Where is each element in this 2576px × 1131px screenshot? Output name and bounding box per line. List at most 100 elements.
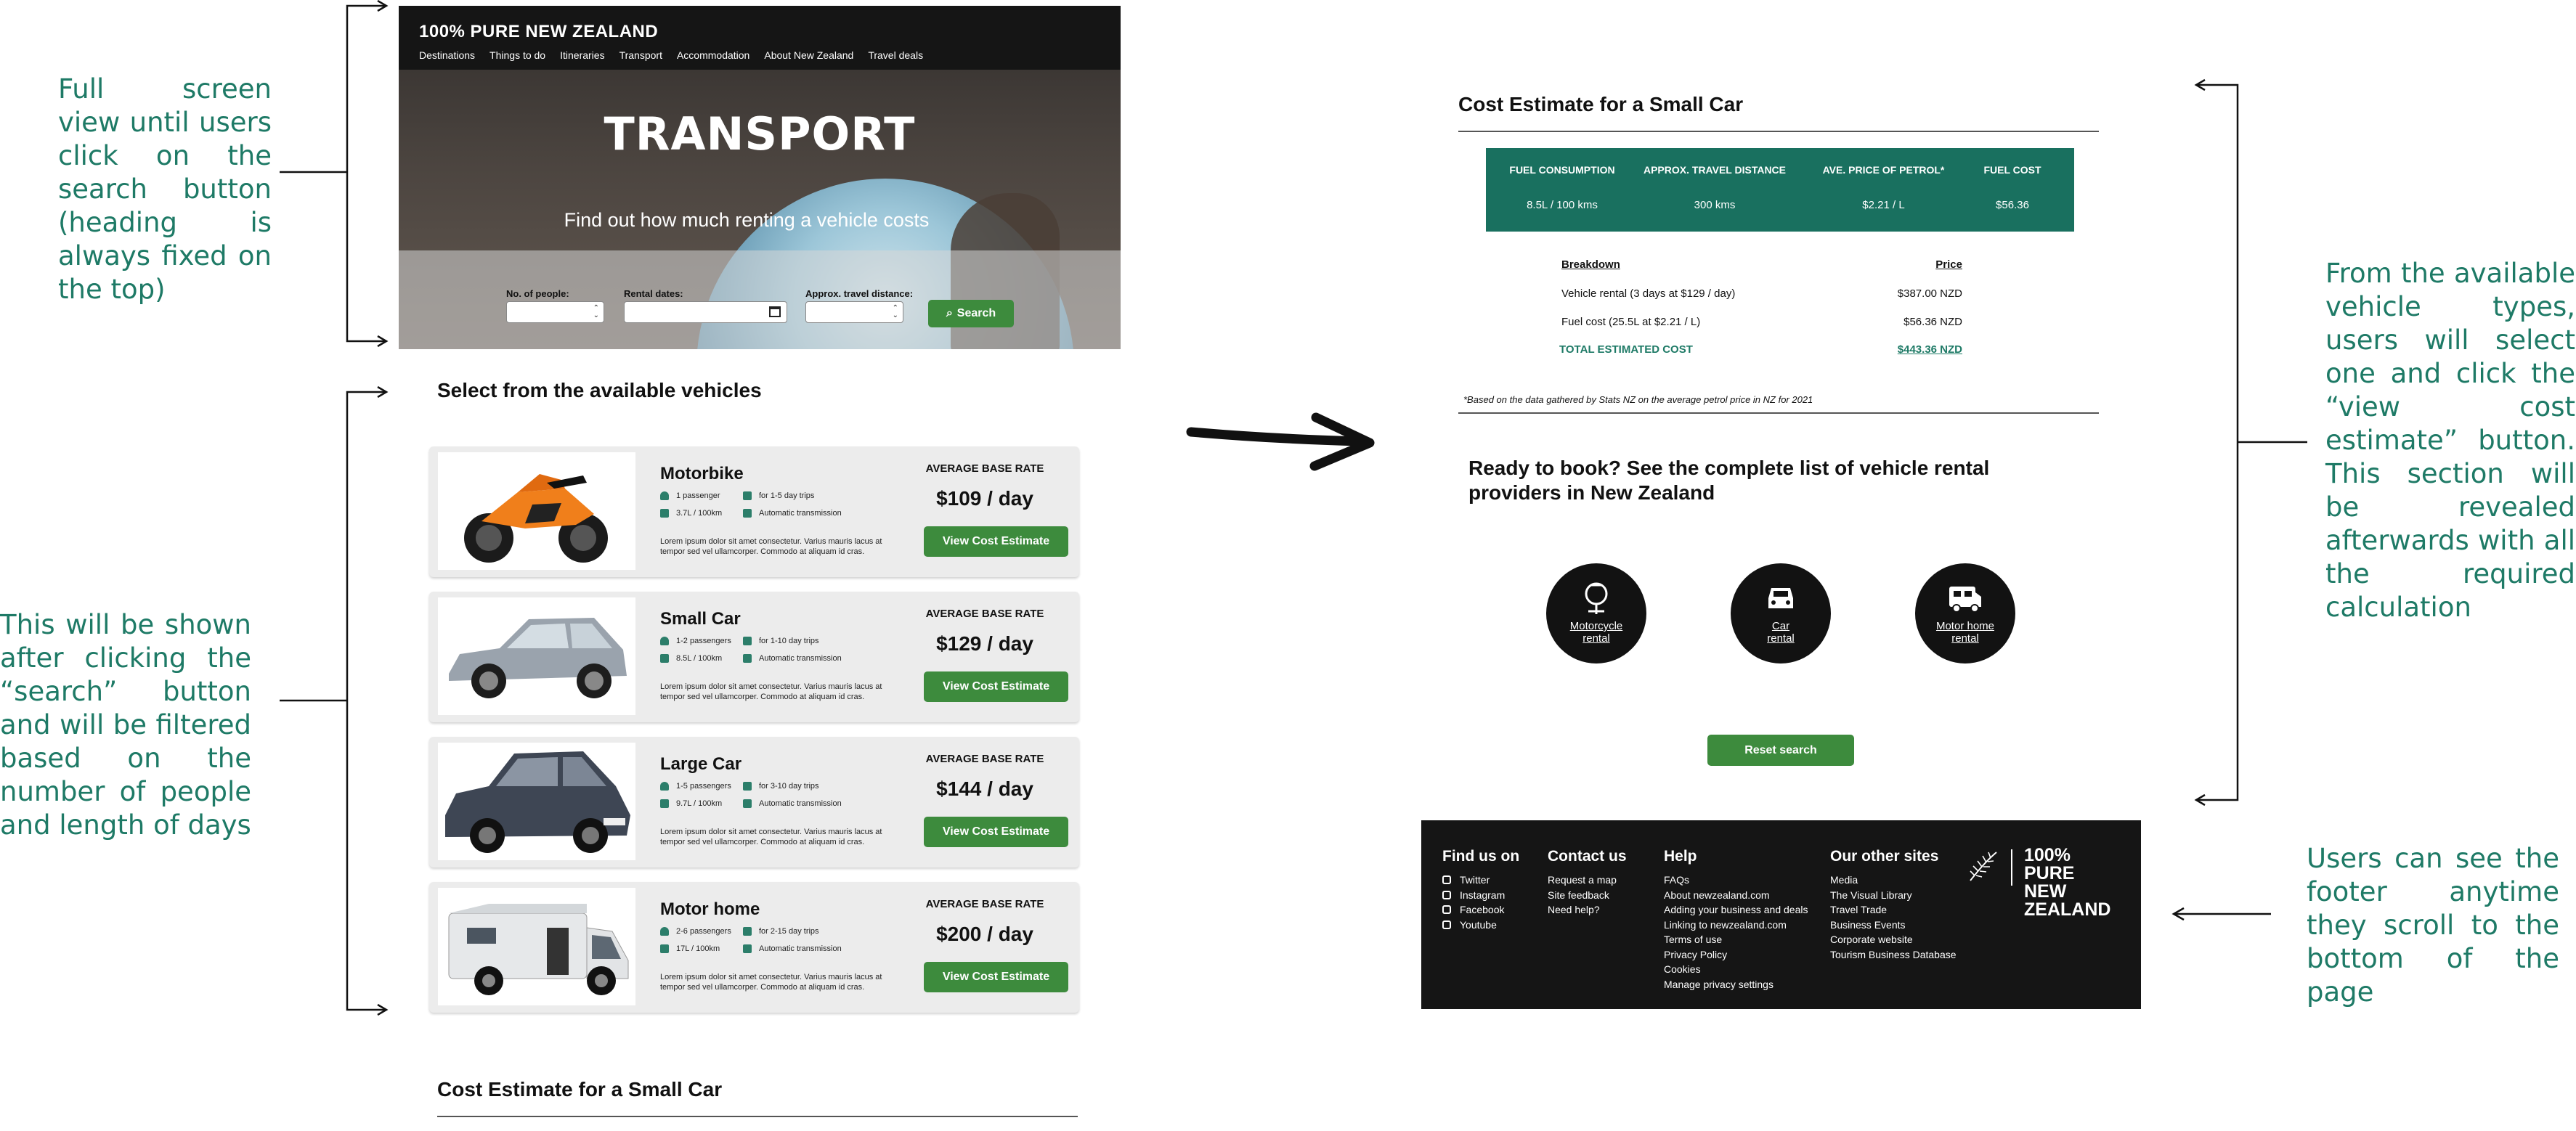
view-cost-estimate-button[interactable]: View Cost Estimate xyxy=(924,817,1068,847)
vehicle-price: $200 / day xyxy=(936,923,1033,945)
vehicle-price: $109 / day xyxy=(936,487,1033,510)
brand-logo[interactable]: 100% PURE NEW ZEALAND xyxy=(419,22,658,42)
rental-item: Vehicle rental (3 days at $129 / day) xyxy=(1561,287,1736,300)
footer-link[interactable]: Adding your business and deals xyxy=(1664,902,1808,918)
footer-contact-title: Contact us xyxy=(1548,848,1627,865)
footer-facebook-link[interactable]: Facebook xyxy=(1442,902,1505,918)
total-label: TOTAL ESTIMATED COST xyxy=(1559,343,1693,356)
footer-instagram-link[interactable]: Instagram xyxy=(1442,888,1505,903)
footer-help-title: Help xyxy=(1664,848,1697,865)
vehicle-card: Small Car 1-2 passengers for 1-10 day tr… xyxy=(429,592,1079,722)
trip-spec: for 3-10 day trips xyxy=(743,782,819,791)
passenger-spec: 1-2 passengers xyxy=(660,637,731,645)
trip-spec: for 1-5 day trips xyxy=(743,491,814,500)
calendar-icon xyxy=(743,491,752,500)
motor-home-rental-link[interactable]: Motor home rental xyxy=(1915,563,2015,664)
footer-link[interactable]: Travel Trade xyxy=(1830,902,1957,918)
transmission-spec: Automatic transmission xyxy=(743,654,842,663)
vehicle-description: Lorem ipsum dolor sit amet consectetur. … xyxy=(660,537,882,556)
footer-link[interactable]: Manage privacy settings xyxy=(1664,977,1808,992)
vehicle-price: $129 / day xyxy=(936,632,1033,655)
motorhome-icon xyxy=(1949,587,1981,613)
nav-accommodation[interactable]: Accommodation xyxy=(677,49,749,61)
footer-link[interactable]: FAQs xyxy=(1664,873,1808,888)
vehicle-name: Motor home xyxy=(660,899,760,919)
distance-label: Approx. travel distance: xyxy=(805,288,914,299)
view-cost-estimate-button[interactable]: View Cost Estimate xyxy=(924,962,1068,992)
rate-label: AVERAGE BASE RATE xyxy=(925,898,1044,910)
transmission-spec: Automatic transmission xyxy=(743,509,842,518)
gear-shift-icon xyxy=(743,654,752,663)
annotation-hero: Full screen view until users click on th… xyxy=(58,73,272,305)
passenger-spec: 2-6 passengers xyxy=(660,927,731,936)
divider xyxy=(1458,131,2099,132)
footer-link[interactable]: Media xyxy=(1830,873,1957,888)
footer-link[interactable]: Corporate website xyxy=(1830,932,1957,947)
gear-shift-icon xyxy=(743,509,752,518)
hero-subtitle: Find out how much renting a vehicle cost… xyxy=(564,209,930,231)
divider xyxy=(1458,412,2099,414)
fuel-consumption-header: FUEL CONSUMPTION xyxy=(1509,164,1615,176)
car-rental-link[interactable]: Car rental xyxy=(1731,563,1831,664)
distance-input[interactable]: ⌃ ⌄ xyxy=(805,301,903,323)
footer-link[interactable]: Need help? xyxy=(1548,902,1617,918)
footer-youtube-link[interactable]: Youtube xyxy=(1442,918,1505,933)
nav-destinations[interactable]: Destinations xyxy=(419,49,475,61)
nav-itineraries[interactable]: Itineraries xyxy=(560,49,604,61)
rate-label: AVERAGE BASE RATE xyxy=(925,753,1044,765)
footer-link[interactable]: Request a map xyxy=(1548,873,1617,888)
footer-link[interactable]: About newzealand.com xyxy=(1664,888,1808,903)
footer-link[interactable]: The Visual Library xyxy=(1830,888,1957,903)
motorbike-image xyxy=(438,452,635,570)
view-cost-estimate-button[interactable]: View Cost Estimate xyxy=(924,526,1068,557)
person-icon xyxy=(660,927,669,936)
fuel-summary-panel: FUEL CONSUMPTION APPROX. TRAVEL DISTANCE… xyxy=(1486,148,2074,232)
footer-link[interactable]: Tourism Business Database xyxy=(1830,947,1957,963)
footer-link[interactable]: Cookies xyxy=(1664,962,1808,977)
calendar-icon xyxy=(743,782,752,791)
footer-link[interactable]: Site feedback xyxy=(1548,888,1617,903)
gear-shift-icon xyxy=(743,944,752,953)
nav-things-to-do[interactable]: Things to do xyxy=(489,49,545,61)
footer-link[interactable]: Linking to newzealand.com xyxy=(1664,918,1808,933)
site-footer: Find us on Twitter Instagram Facebook Yo… xyxy=(1421,820,2141,1009)
people-input[interactable]: ⌃ ⌄ xyxy=(506,301,604,323)
footer-find-us-title: Find us on xyxy=(1442,848,1520,865)
calendar-icon[interactable] xyxy=(769,306,781,317)
annotation-connectors xyxy=(280,0,2307,1016)
search-icon: ⌕ xyxy=(946,307,953,319)
divider xyxy=(437,1116,1078,1117)
fuel-spec: 9.7L / 100km xyxy=(660,799,722,808)
search-button[interactable]: ⌕ Search xyxy=(928,300,1014,327)
vehicle-name: Motorbike xyxy=(660,464,744,483)
stepper-icon[interactable]: ⌃ ⌄ xyxy=(593,305,599,319)
dates-input[interactable] xyxy=(624,301,787,323)
nav-travel-deals[interactable]: Travel deals xyxy=(868,49,923,61)
main-nav: Destinations Things to do Itineraries Tr… xyxy=(419,49,923,61)
twitter-icon xyxy=(1442,875,1451,885)
breakdown-header: Breakdown xyxy=(1561,258,1620,271)
motorcycle-rental-link[interactable]: Motorcycle rental xyxy=(1546,563,1646,664)
vehicles-section-title: Select from the available vehicles xyxy=(437,379,762,401)
fuel-icon xyxy=(660,944,669,953)
footer-contact-list: Request a map Site feedback Need help? xyxy=(1548,873,1617,918)
footer-brand-logo[interactable]: 100% PURE NEW ZEALAND xyxy=(2024,846,2126,919)
fern-logo-icon xyxy=(1970,852,1997,881)
fuel-price: $56.36 NZD xyxy=(1903,316,1962,328)
footer-link[interactable]: Terms of use xyxy=(1664,932,1808,947)
footer-link[interactable]: Business Events xyxy=(1830,918,1957,933)
large-car-image xyxy=(438,743,635,860)
top-navbar: 100% PURE NEW ZEALAND Destinations Thing… xyxy=(399,6,1121,70)
nav-transport[interactable]: Transport xyxy=(619,49,662,61)
rental-price: $387.00 NZD xyxy=(1897,287,1962,300)
footer-other-sites-list: Media The Visual Library Travel Trade Bu… xyxy=(1830,873,1957,962)
estimate-title: Cost Estimate for a Small Car xyxy=(1458,93,1744,115)
passenger-spec: 1-5 passengers xyxy=(660,782,731,791)
stepper-icon[interactable]: ⌃ ⌄ xyxy=(893,305,898,319)
calendar-icon xyxy=(743,637,752,645)
reset-search-button[interactable]: Reset search xyxy=(1707,735,1854,766)
nav-about[interactable]: About New Zealand xyxy=(764,49,853,61)
view-cost-estimate-button[interactable]: View Cost Estimate xyxy=(924,671,1068,702)
footer-twitter-link[interactable]: Twitter xyxy=(1442,873,1505,888)
footer-link[interactable]: Privacy Policy xyxy=(1664,947,1808,963)
